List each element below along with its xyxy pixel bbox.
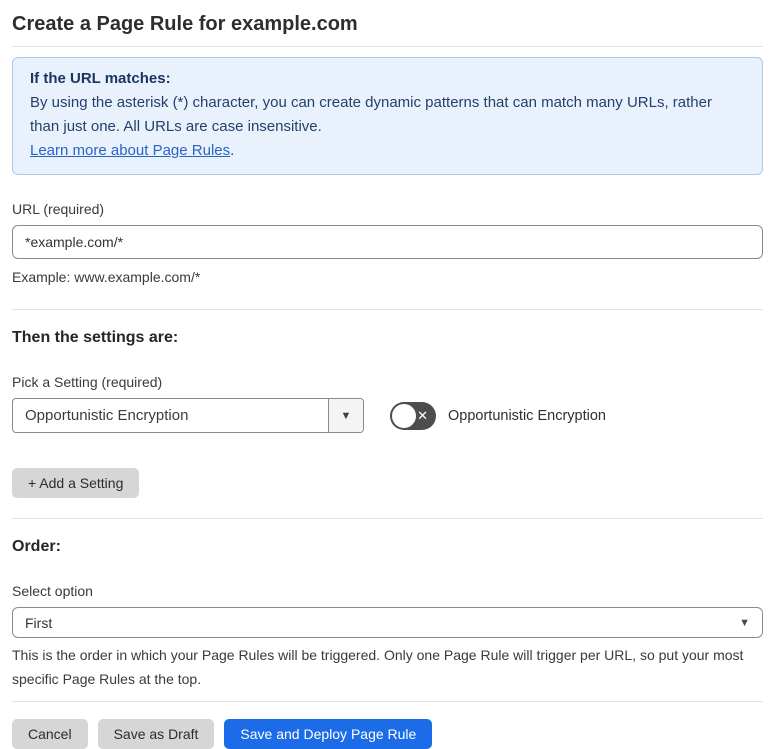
url-section-divider (12, 309, 763, 310)
save-and-deploy-button[interactable]: Save and Deploy Page Rule (224, 719, 433, 749)
setting-combobox-value: Opportunistic Encryption (25, 407, 189, 424)
combobox-dropdown-button[interactable]: ▼ (328, 399, 363, 432)
url-match-info-box: If the URL matches: By using the asteris… (12, 57, 763, 175)
toggle-label: Opportunistic Encryption (448, 407, 606, 424)
order-helper-text: This is the order in which your Page Rul… (12, 647, 744, 687)
url-input[interactable] (12, 225, 763, 259)
cancel-button[interactable]: Cancel (12, 719, 88, 749)
settings-section-divider (12, 518, 763, 519)
order-section-heading: Order: (12, 538, 61, 555)
order-select-label: Select option (12, 583, 93, 599)
footer-actions: Cancel Save as Draft Save and Deploy Pag… (12, 719, 763, 749)
add-setting-button[interactable]: + Add a Setting (12, 468, 140, 498)
page-rule-form: Create a Page Rule for example.com If th… (0, 0, 775, 749)
page-title: Create a Page Rule for example.com (12, 13, 358, 35)
order-select[interactable]: First ▼ (12, 607, 763, 638)
settings-section-heading: Then the settings are: (12, 329, 179, 346)
learn-more-link[interactable]: Learn more about Page Rules (30, 142, 230, 159)
chevron-down-icon: ▼ (340, 409, 352, 422)
title-divider (12, 46, 763, 47)
link-period: . (230, 142, 235, 159)
toggle-off-x-icon: ✕ (417, 407, 428, 423)
info-box-heading: If the URL matches: (30, 70, 171, 87)
order-select-value: First (25, 614, 53, 631)
pick-setting-label: Pick a Setting (required) (12, 374, 163, 390)
opportunistic-encryption-toggle[interactable]: ✕ (390, 401, 436, 430)
info-box-body: By using the asterisk (*) character, you… (30, 94, 712, 135)
url-example-helper: Example: www.example.com/* (12, 269, 201, 285)
footer-divider (12, 701, 763, 702)
info-box-link-line: Learn more about Page Rules. (30, 139, 745, 163)
toggle-wrap: ✕ Opportunistic Encryption (390, 401, 606, 430)
url-field-label: URL (required) (12, 201, 105, 217)
setting-combobox[interactable]: Opportunistic Encryption ▼ (12, 398, 364, 433)
select-chevron-down-icon: ▼ (739, 616, 750, 629)
toggle-knob (392, 403, 416, 428)
setting-row: Opportunistic Encryption ▼ ✕ Opportunist… (12, 398, 763, 433)
save-as-draft-button[interactable]: Save as Draft (97, 719, 215, 749)
